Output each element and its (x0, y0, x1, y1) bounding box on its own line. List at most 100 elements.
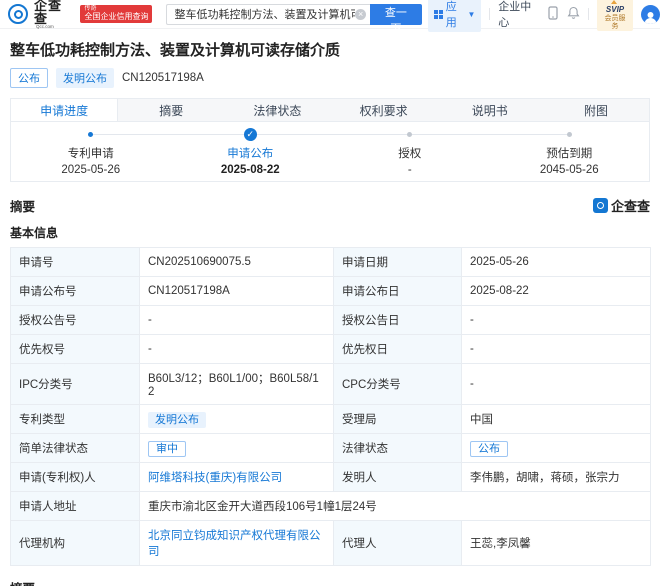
field-label: 简单法律状态 (11, 434, 140, 463)
table-row: 申请(专利权)人 阿维塔科技(重庆)有限公司 发明人 李伟鹏，胡啸，蒋硕，张宗力 (11, 463, 651, 492)
mobile-phone-icon[interactable] (547, 6, 559, 23)
divider (588, 8, 589, 20)
bell-icon[interactable] (567, 6, 580, 23)
field-label: 申请公布日 (334, 277, 462, 306)
table-row: 授权公告号 - 授权公告日 - (11, 306, 651, 335)
timeline-step-label: 申请公布 (227, 145, 273, 161)
summary-section-header: 摘要 企查查 (10, 196, 650, 215)
field-value: 审中 (140, 434, 334, 463)
svip-sublabel: 会员服务 (602, 15, 628, 30)
field-label: 申请日期 (334, 248, 462, 277)
timeline-step-grant: 授权 - (330, 128, 490, 181)
header-right-nav: 应用 ▼ 企业中心 SVIP 会员服务 (428, 0, 652, 32)
table-row: 申请号 CN202510690075.5 申请日期 2025-05-26 (11, 248, 651, 277)
field-label: 优先权日 (334, 335, 462, 364)
apps-grid-icon (434, 10, 443, 19)
top-header: 企查查 Qcc.com 传奇 全国企业信用查询 × 查一下 应用 ▼ 企业中心 … (0, 0, 660, 29)
basic-info-title: 基本信息 (10, 224, 650, 241)
timeline-step-application: 专利申请 2025-05-26 (11, 128, 171, 181)
timeline-dot (407, 132, 412, 137)
field-value: 2025-05-26 (462, 248, 651, 277)
field-label: 申请人地址 (11, 492, 140, 521)
field-label: 申请号 (11, 248, 140, 277)
tab-application-progress[interactable]: 申请进度 (11, 99, 118, 121)
table-row: 专利类型 发明公布 受理局 中国 (11, 405, 651, 434)
timeline-step-date: - (408, 164, 412, 176)
table-row: 申请人地址 重庆市渝北区金开大道西段106号1幢1层24号 (11, 492, 651, 521)
nav-enterprise-center[interactable]: 企业中心 (498, 0, 539, 30)
field-label: 代理机构 (11, 521, 140, 566)
search-box[interactable]: × (166, 4, 370, 25)
divider (489, 8, 490, 20)
patent-tag-row: 公布 发明公布 CN120517198A (10, 68, 650, 88)
svip-label: SVIP (602, 0, 628, 15)
nav-apps[interactable]: 应用 ▼ (428, 0, 482, 32)
slogan-badge: 传奇 全国企业信用查询 (80, 5, 152, 22)
qcc-logo-subtext: Qcc.com (36, 25, 72, 30)
search-bar: × 查一下 (166, 4, 421, 25)
basic-info-table: 申请号 CN202510690075.5 申请日期 2025-05-26 申请公… (10, 247, 651, 566)
nav-apps-label: 应用 (446, 0, 465, 30)
field-label: 发明人 (334, 463, 462, 492)
timeline-step-date: 2045-05-26 (540, 164, 599, 176)
tab-abstract[interactable]: 摘要 (118, 99, 224, 121)
field-label: 优先权号 (11, 335, 140, 364)
search-input[interactable] (174, 8, 355, 20)
field-value: 李伟鹏，胡啸，蒋硕，张宗力 (462, 463, 651, 492)
field-value: 重庆市渝北区金开大道西段106号1幢1层24号 (140, 492, 651, 521)
field-label: 受理局 (334, 405, 462, 434)
user-avatar[interactable] (641, 5, 660, 24)
field-value: 阿维塔科技(重庆)有限公司 (140, 463, 334, 492)
table-row: IPC分类号 B60L3/12；B60L1/00；B60L58/12 CPC分类… (11, 364, 651, 405)
field-label: 授权公告号 (11, 306, 140, 335)
type-badge-invention: 发明公布 (56, 68, 114, 88)
field-label: 代理人 (334, 521, 462, 566)
field-label: 申请(专利权)人 (11, 463, 140, 492)
tab-claims[interactable]: 权利要求 (331, 99, 437, 121)
timeline-dot (88, 132, 93, 137)
qcc-logo-icon[interactable] (8, 4, 28, 24)
publication-number: CN120517198A (122, 72, 204, 84)
main-content: 整车低功耗控制方法、装置及计算机可读存储介质 公布 发明公布 CN1205171… (0, 39, 660, 586)
agency-company-link[interactable]: 北京同立钧成知识产权代理有限公司 (148, 530, 321, 558)
field-value: - (462, 335, 651, 364)
applicant-company-link[interactable]: 阿维塔科技(重庆)有限公司 (148, 472, 282, 484)
search-button[interactable]: 查一下 (370, 4, 422, 25)
field-value: 发明公布 (140, 405, 334, 434)
table-row: 简单法律状态 审中 法律状态 公布 (11, 434, 651, 463)
field-label: IPC分类号 (11, 364, 140, 405)
tab-drawings[interactable]: 附图 (543, 99, 649, 121)
chevron-down-icon: ▼ (467, 10, 475, 19)
field-value: CN120517198A (140, 277, 334, 306)
abstract-title: 摘要 (10, 578, 650, 586)
application-timeline: 专利申请 2025-05-26 ✓ 申请公布 2025-08-22 授权 - 预… (10, 122, 650, 182)
patent-type-badge: 发明公布 (148, 412, 206, 428)
field-value: 中国 (462, 405, 651, 434)
timeline-step-expiry: 预估到期 2045-05-26 (490, 128, 650, 181)
legal-status-badge: 公布 (470, 441, 508, 457)
timeline-step-label: 授权 (398, 145, 421, 161)
field-label: 授权公告日 (334, 306, 462, 335)
qcc-watermark-text: 企查查 (611, 196, 650, 215)
field-value: - (140, 306, 334, 335)
field-label: 专利类型 (11, 405, 140, 434)
field-label: CPC分类号 (334, 364, 462, 405)
clear-icon[interactable]: × (355, 9, 366, 20)
qcc-logo-lockup[interactable]: 企查查 Qcc.com (34, 0, 74, 30)
timeline-step-date: 2025-05-26 (61, 164, 120, 176)
timeline-step-publication: ✓ 申请公布 2025-08-22 (171, 128, 331, 181)
field-value: CN202510690075.5 (140, 248, 334, 277)
simple-legal-status-badge: 审中 (148, 441, 186, 457)
page-title: 整车低功耗控制方法、装置及计算机可读存储介质 (10, 39, 650, 60)
qcc-logo-text: 企查查 (34, 0, 74, 25)
tab-specification[interactable]: 说明书 (437, 99, 543, 121)
timeline-dot (567, 132, 572, 137)
table-row: 申请公布号 CN120517198A 申请公布日 2025-08-22 (11, 277, 651, 306)
field-value: - (462, 306, 651, 335)
qcc-watermark-logo: 企查查 (593, 196, 650, 215)
field-value: 北京同立钧成知识产权代理有限公司 (140, 521, 334, 566)
svip-badge[interactable]: SVIP 会员服务 (597, 0, 633, 31)
timeline-step-date: 2025-08-22 (221, 164, 280, 176)
field-label: 申请公布号 (11, 277, 140, 306)
tab-legal-status[interactable]: 法律状态 (224, 99, 330, 121)
